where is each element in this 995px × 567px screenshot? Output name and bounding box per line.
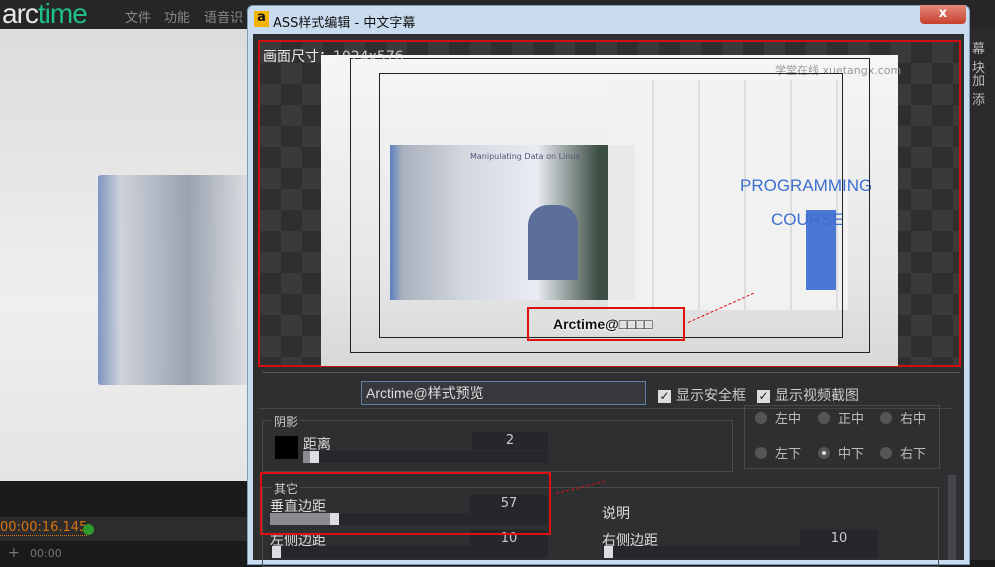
right-label-2[interactable]: 加添 bbox=[972, 70, 995, 108]
timeline-ruler-label: 00:00 bbox=[30, 547, 62, 560]
splitter[interactable] bbox=[262, 372, 960, 373]
frame-size-value: 1024x576 bbox=[333, 49, 404, 65]
preview-text-input[interactable] bbox=[361, 381, 646, 405]
highlight-box-vertical-margin bbox=[260, 472, 551, 535]
left-margin-slider[interactable] bbox=[270, 546, 548, 558]
shadow-group-label: 阴影 bbox=[272, 413, 301, 430]
status-dot-icon bbox=[83, 524, 94, 535]
safe-frame-inner bbox=[379, 73, 843, 338]
checkbox-label: 显示视频截图 bbox=[775, 388, 859, 404]
frame-size-label: 画面尺寸： bbox=[263, 49, 333, 65]
checkbox-icon: ✓ bbox=[658, 389, 671, 403]
checkbox-label: 显示安全框 bbox=[676, 388, 746, 404]
show-video-snapshot-checkbox[interactable]: ✓ 显示视频截图 bbox=[757, 385, 859, 405]
dialog-title: ASS样式编辑 - 中文字幕 bbox=[273, 16, 416, 31]
shadow-distance-slider[interactable] bbox=[303, 451, 548, 463]
align-right-middle[interactable]: 右中 bbox=[880, 408, 926, 427]
checkbox-icon: ✓ bbox=[757, 389, 770, 403]
arctime-logo: arctime bbox=[2, 0, 88, 30]
right-panel bbox=[968, 29, 995, 560]
add-track-button[interactable]: + bbox=[8, 545, 20, 561]
frame-size: 画面尺寸：1024x576 bbox=[263, 46, 404, 66]
app-icon: a bbox=[254, 11, 269, 27]
timecode[interactable]: 00:00:16.145 bbox=[0, 520, 88, 536]
align-right-bottom[interactable]: 右下 bbox=[880, 443, 926, 462]
right-margin-slider[interactable] bbox=[602, 546, 878, 558]
align-center-middle[interactable]: 正中 bbox=[818, 408, 864, 427]
menu-function[interactable]: 功能 bbox=[164, 7, 190, 26]
align-left-bottom[interactable]: 左下 bbox=[755, 443, 801, 462]
panel-scrollbar[interactable] bbox=[948, 475, 956, 560]
close-button[interactable]: x bbox=[920, 5, 966, 24]
logo-text: arc bbox=[2, 0, 39, 29]
shadow-color-swatch[interactable] bbox=[275, 436, 298, 459]
align-left-middle[interactable]: 左中 bbox=[755, 408, 801, 427]
shadow-distance-value[interactable]: 2 bbox=[472, 432, 548, 450]
highlight-box-subtitle bbox=[527, 307, 685, 341]
menu-file[interactable]: 文件 bbox=[125, 7, 151, 26]
logo-accent: time bbox=[37, 0, 88, 29]
menu-speech[interactable]: 语音识 bbox=[204, 7, 243, 26]
video-scene bbox=[98, 175, 248, 385]
align-center-bottom[interactable]: 中下 bbox=[818, 443, 864, 462]
description-label: 说明 bbox=[602, 506, 630, 522]
show-safe-frame-checkbox[interactable]: ✓ 显示安全框 bbox=[658, 385, 746, 405]
